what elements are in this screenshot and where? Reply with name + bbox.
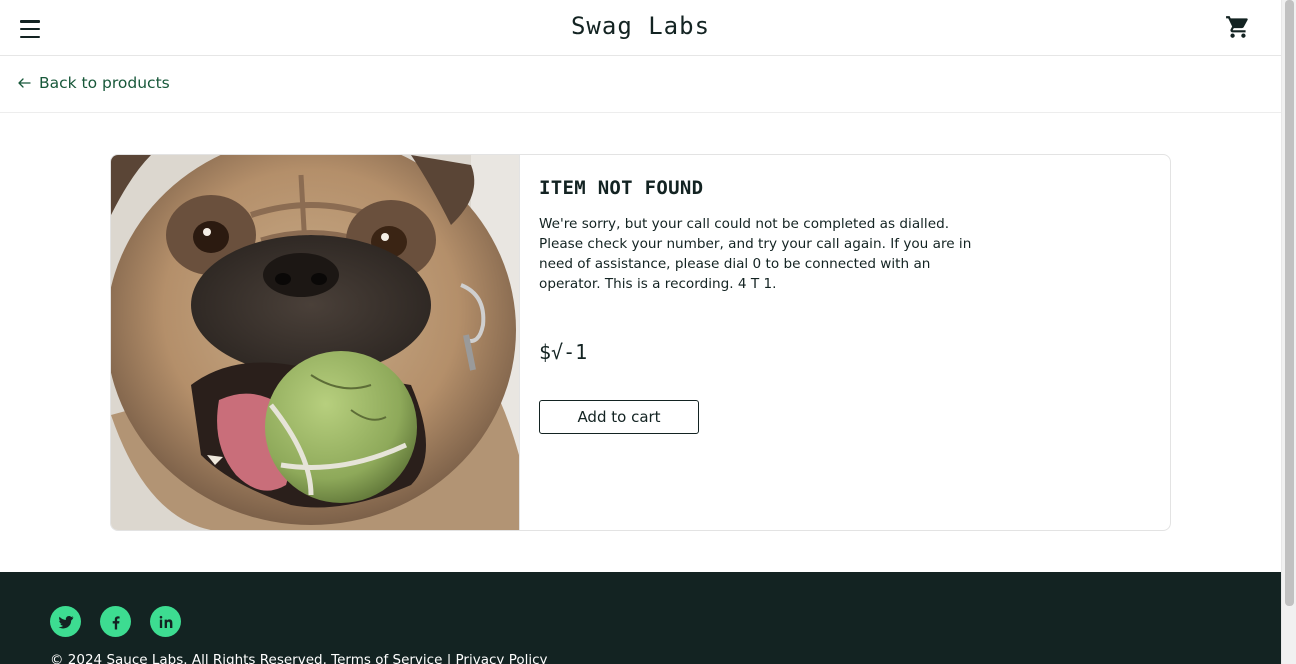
shopping-cart-icon[interactable] (1225, 14, 1251, 40)
product-image (111, 155, 520, 530)
add-to-cart-button[interactable]: Add to cart (539, 400, 699, 434)
product-card: ITEM NOT FOUND We're sorry, but your cal… (110, 154, 1171, 531)
twitter-icon[interactable] (50, 606, 81, 637)
back-to-products-button[interactable]: Back to products (18, 74, 170, 92)
product-detail-page: Swag Labs Back to products ITEM NOT FOUN… (0, 0, 1281, 664)
arrow-left-icon (18, 78, 31, 88)
item-description: We're sorry, but your call could not be … (539, 216, 972, 292)
secondary-header: Back to products (0, 56, 1281, 113)
footer-copyright: © 2024 Sauce Labs. All Rights Reserved. … (50, 652, 548, 664)
item-details: ITEM NOT FOUND We're sorry, but your cal… (539, 177, 989, 294)
facebook-icon[interactable] (100, 606, 131, 637)
back-to-products-label: Back to products (39, 74, 170, 92)
vertical-scrollbar[interactable] (1281, 0, 1296, 664)
item-price: $√-1 (539, 340, 588, 364)
app-header: Swag Labs (0, 0, 1281, 56)
scrollbar-thumb[interactable] (1285, 0, 1294, 606)
app-title: Swag Labs (570, 12, 711, 40)
item-title: ITEM NOT FOUND (539, 177, 704, 199)
linkedin-icon[interactable] (150, 606, 181, 637)
footer: © 2024 Sauce Labs. All Rights Reserved. … (0, 572, 1281, 664)
